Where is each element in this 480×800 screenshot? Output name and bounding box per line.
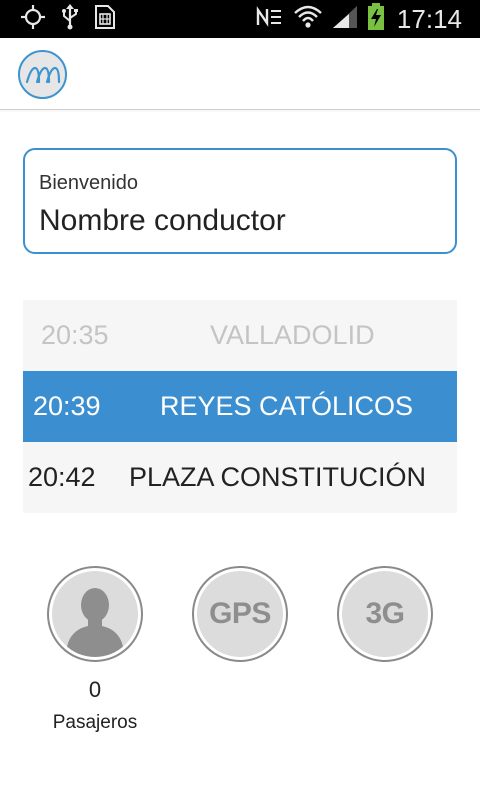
driver-name: Nombre conductor [39, 204, 286, 237]
stop-name: PLAZA CONSTITUCIÓN [129, 462, 427, 492]
stop-time: 20:35 [41, 320, 109, 350]
nfc-icon [255, 5, 285, 34]
sim-icon [94, 4, 116, 35]
status-bar: 17:14 [0, 0, 480, 38]
app-logo-icon[interactable] [18, 50, 67, 99]
stop-name: VALLADOLID [210, 320, 375, 350]
stop-row-previous[interactable]: 20:35 VALLADOLID [23, 300, 457, 371]
signal-icon [331, 4, 359, 35]
gps-icon [20, 4, 46, 35]
passengers-indicator[interactable] [47, 566, 143, 662]
status-bar-left [20, 3, 116, 35]
network-indicator[interactable]: 3G [337, 566, 433, 662]
gps-indicator-inner: GPS [197, 571, 283, 657]
welcome-card: Bienvenido Nombre conductor [23, 148, 457, 254]
battery-charging-icon [367, 2, 385, 36]
passengers-label: Pasajeros [52, 712, 138, 733]
app-bar [0, 38, 480, 110]
gps-label: GPS [209, 597, 271, 630]
passenger-count: 0 [88, 677, 102, 702]
person-icon [52, 571, 138, 657]
wifi-icon [293, 4, 323, 35]
stop-row-current[interactable]: 20:39 REYES CATÓLICOS [23, 371, 457, 442]
stop-row-next[interactable]: 20:42 PLAZA CONSTITUCIÓN [23, 442, 457, 513]
network-indicator-inner: 3G [342, 571, 428, 657]
stops-list[interactable]: 20:35 VALLADOLID 20:39 REYES CATÓLICOS 2… [23, 300, 457, 513]
gps-indicator[interactable]: GPS [192, 566, 288, 662]
welcome-label: Bienvenido [39, 172, 138, 194]
stop-name: REYES CATÓLICOS [160, 391, 414, 421]
status-bar-right: 17:14 [255, 2, 462, 36]
stop-time: 20:39 [33, 391, 101, 421]
usb-icon [60, 3, 80, 35]
stop-time: 20:42 [28, 462, 96, 492]
clock: 17:14 [396, 3, 462, 34]
network-label: 3G [365, 597, 405, 630]
